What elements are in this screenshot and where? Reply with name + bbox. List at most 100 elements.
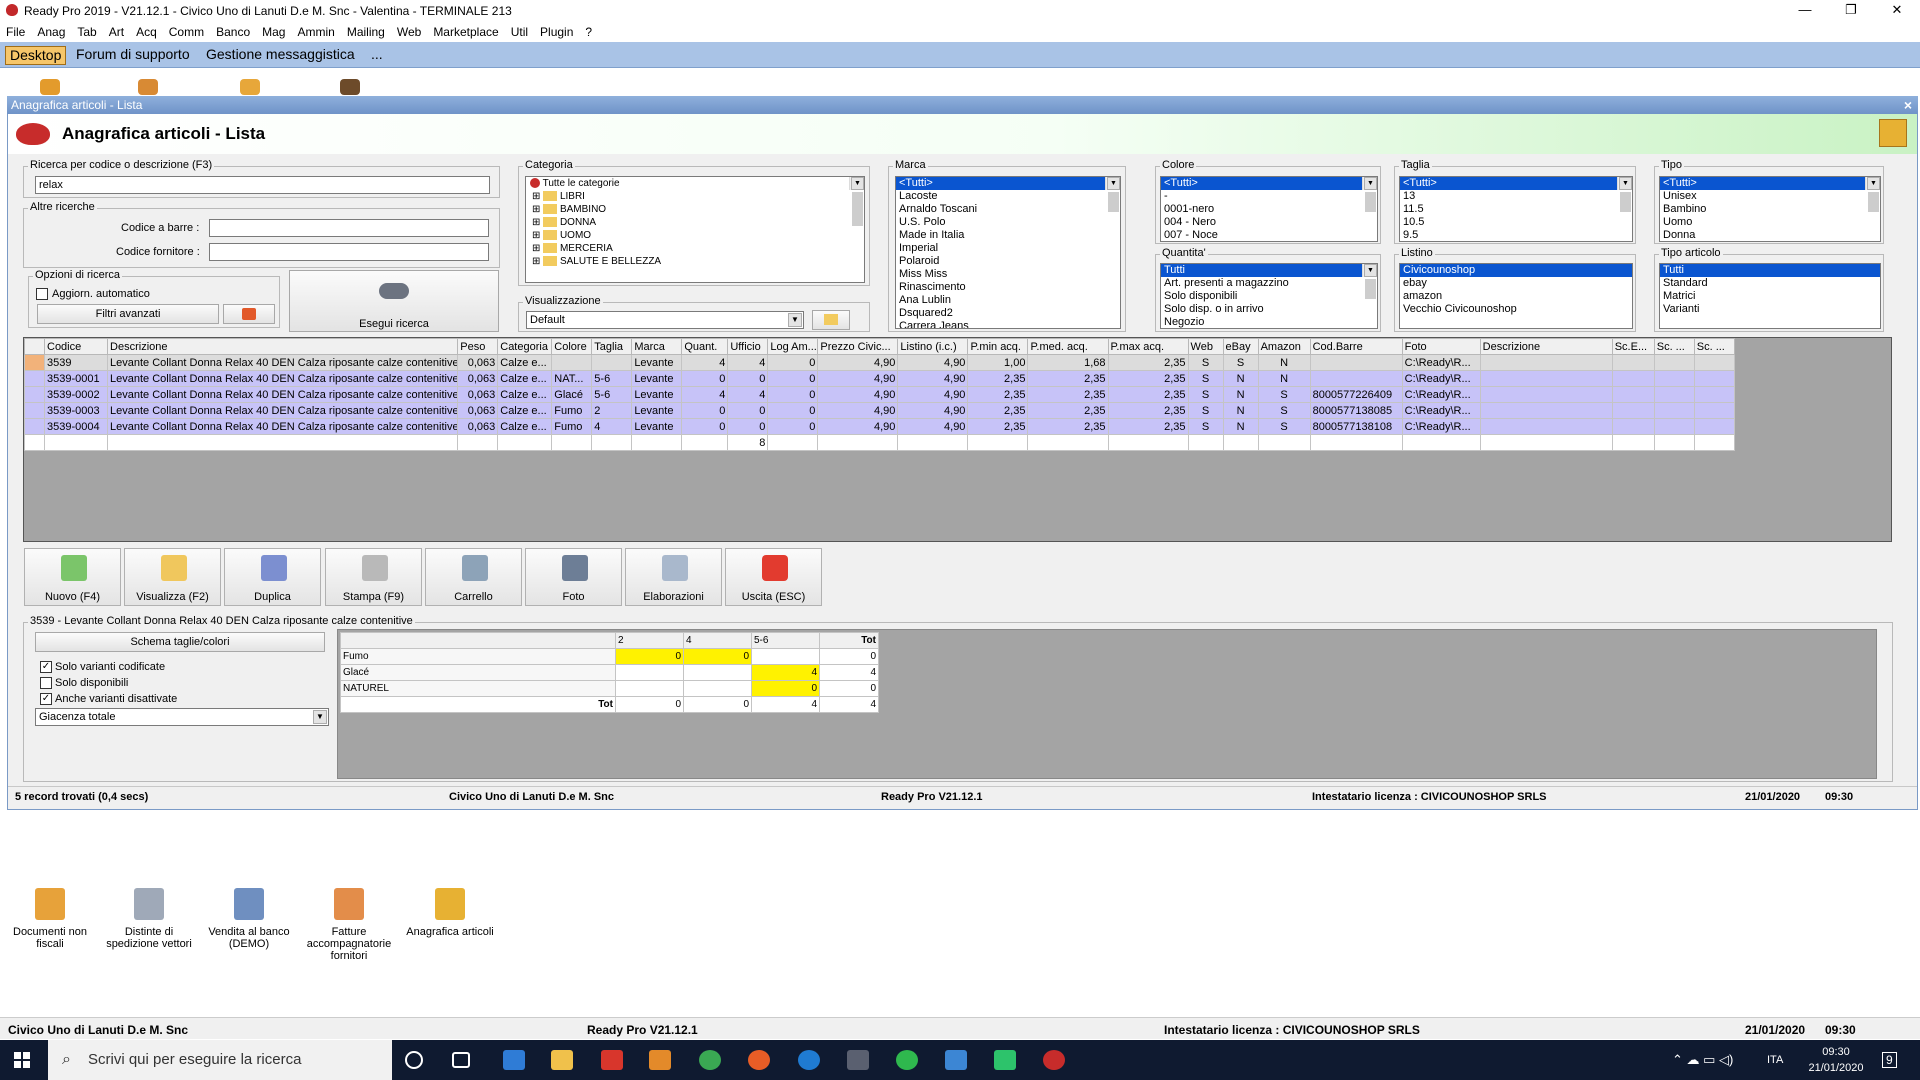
brand-item[interactable]: Made in Italia xyxy=(896,229,1120,242)
table-row[interactable]: 3539-0002 Levante Collant Donna Relax 40 … xyxy=(24,386,1736,403)
menu-file[interactable]: File xyxy=(0,22,31,42)
size-cell[interactable] xyxy=(615,680,684,697)
advanced-filters-button[interactable]: Filtri avanzati xyxy=(37,304,219,324)
menu-art[interactable]: Art xyxy=(103,22,130,42)
size-cell[interactable]: 4 xyxy=(751,664,820,681)
column-header[interactable]: Sc. ... xyxy=(1653,338,1695,355)
color-item[interactable]: <Tutti> xyxy=(1161,177,1377,190)
articles-grid[interactable]: Codice Descrizione Peso Categoria Colore Tagl… xyxy=(23,337,1892,542)
menu-marketplace[interactable]: Marketplace xyxy=(427,22,504,42)
ready-pro-taskbar-icon[interactable] xyxy=(1043,1050,1065,1070)
auto-update-checkbox[interactable] xyxy=(36,288,48,300)
only-coded-checkbox[interactable]: ✓ xyxy=(40,661,52,673)
stock-select[interactable]: Giacenza totale ▼ xyxy=(35,708,329,726)
clock-time[interactable]: 09:30 xyxy=(1810,1046,1862,1058)
tree-item-bambino[interactable]: ⊞ BAMBINO xyxy=(526,203,864,216)
column-header[interactable]: Categoria xyxy=(497,338,553,355)
size-list[interactable]: <Tutti> 13 11.5 10.5 9.5 ▲▼ xyxy=(1399,176,1633,242)
category-scrollbar[interactable]: ▲▼ xyxy=(849,177,864,226)
messenger-icon[interactable] xyxy=(945,1050,967,1070)
notification-icon[interactable]: 9 xyxy=(1882,1052,1897,1068)
desktop-icon-1[interactable] xyxy=(40,79,60,95)
tree-item-donna[interactable]: ⊞ DONNA xyxy=(526,216,864,229)
menu-mailing[interactable]: Mailing xyxy=(341,22,391,42)
size-cell[interactable] xyxy=(615,664,684,681)
article-type-item[interactable]: Matrici xyxy=(1660,290,1880,303)
tree-item-salute[interactable]: ⊞ SALUTE E BELLEZZA xyxy=(526,255,864,268)
print-button[interactable]: Stampa (F9) xyxy=(325,548,422,606)
brand-item[interactable]: Miss Miss xyxy=(896,268,1120,281)
column-header[interactable]: Codice xyxy=(43,338,109,355)
language-indicator[interactable]: ITA xyxy=(1767,1054,1783,1066)
column-header[interactable]: Prezzo Civic... xyxy=(817,338,899,355)
type-item[interactable]: Bambino xyxy=(1660,203,1880,216)
column-header[interactable]: Sc. ... xyxy=(1693,338,1736,355)
size-cell[interactable]: 0 xyxy=(615,648,684,665)
quantity-item[interactable]: Negozio xyxy=(1161,316,1377,328)
brand-scrollbar[interactable]: ▲▼ xyxy=(1105,177,1120,212)
size-cell[interactable] xyxy=(683,664,752,681)
price-list-item[interactable]: Civicounoshop xyxy=(1400,264,1632,277)
quantity-item[interactable]: Solo disp. o in arrivo xyxy=(1161,303,1377,316)
table-row[interactable]: 3539-0003 Levante Collant Donna Relax 40 … xyxy=(24,402,1736,419)
brand-item[interactable]: Arnaldo Toscani xyxy=(896,203,1120,216)
type-list[interactable]: <Tutti> Unisex Bambino Uomo Donna ▲▼ xyxy=(1659,176,1881,242)
size-cell[interactable] xyxy=(683,680,752,697)
explorer-icon[interactable] xyxy=(551,1050,573,1070)
desktop-vendita-banco[interactable]: Vendita al banco (DEMO) xyxy=(204,888,294,950)
category-tree[interactable]: Tutte le categorie ⊞ LIBRI ⊞ BAMBINO ⊞ D… xyxy=(525,176,865,283)
also-disabled-checkbox[interactable]: ✓ xyxy=(40,693,52,705)
column-header[interactable]: Taglia xyxy=(591,338,633,355)
app-icon[interactable] xyxy=(847,1050,869,1070)
color-scrollbar[interactable]: ▲▼ xyxy=(1362,177,1377,212)
price-list-item[interactable]: amazon xyxy=(1400,290,1632,303)
brand-item[interactable]: Dsquared2 xyxy=(896,307,1120,320)
column-header[interactable]: P.med. acq. xyxy=(1027,338,1109,355)
column-header[interactable]: P.max acq. xyxy=(1107,338,1189,355)
chrome-icon[interactable] xyxy=(699,1050,721,1070)
clock-date[interactable]: 21/01/2020 xyxy=(1800,1062,1872,1074)
edge-icon[interactable] xyxy=(798,1050,820,1070)
desktop-distinte-spedizione[interactable]: Distinte di spedizione vettori xyxy=(104,888,194,950)
supplier-code-input[interactable] xyxy=(209,243,489,261)
price-list[interactable]: Civicounoshop ebay amazon Vecchio Civico… xyxy=(1399,263,1633,329)
column-header[interactable]: Peso xyxy=(457,338,499,355)
window-close-icon[interactable]: × xyxy=(1904,96,1912,114)
store-icon[interactable] xyxy=(503,1050,525,1070)
brand-list[interactable]: <Tutti> Lacoste Arnaldo Toscani U.S. Pol… xyxy=(895,176,1121,329)
quantity-item[interactable]: Solo disponibili xyxy=(1161,290,1377,303)
column-header[interactable]: Amazon xyxy=(1257,338,1311,355)
execute-search-button[interactable]: Esegui ricerca xyxy=(289,270,499,332)
quantity-item[interactable]: Tutti xyxy=(1161,264,1377,277)
view-folder-button[interactable] xyxy=(812,310,850,330)
windows-start-icon[interactable] xyxy=(14,1052,30,1068)
only-available-checkbox[interactable] xyxy=(40,677,52,689)
column-header[interactable]: Log Am... xyxy=(767,338,819,355)
tree-item-all[interactable]: Tutte le categorie xyxy=(526,177,864,190)
size-item[interactable]: 9.5 xyxy=(1400,229,1632,241)
menu-util[interactable]: Util xyxy=(505,22,534,42)
size-cell[interactable]: 0 xyxy=(751,680,820,697)
column-header[interactable]: Ufficio xyxy=(727,338,769,355)
article-type-list[interactable]: Tutti Standard Matrici Varianti xyxy=(1659,263,1881,329)
cortana-icon[interactable] xyxy=(405,1051,423,1069)
quantity-scrollbar[interactable]: ▲▼ xyxy=(1362,264,1377,299)
size-color-schema-button[interactable]: Schema taglie/colori xyxy=(35,632,325,652)
color-item[interactable]: 004 - Nero xyxy=(1161,216,1377,229)
search-input[interactable] xyxy=(35,176,490,194)
brand-item[interactable]: Lacoste xyxy=(896,190,1120,203)
menu-mag[interactable]: Mag xyxy=(256,22,291,42)
desktop-fatture-fornitori[interactable]: Fatture accompagnatorie fornitori xyxy=(301,888,397,962)
type-item[interactable]: Unisex xyxy=(1660,190,1880,203)
menu-comm[interactable]: Comm xyxy=(163,22,210,42)
taskbar-search-box[interactable]: ⌕ Scrivi qui per eseguire la ricerca xyxy=(48,1040,392,1080)
color-item[interactable]: - xyxy=(1161,190,1377,203)
menu-anag[interactable]: Anag xyxy=(31,22,71,42)
price-list-item[interactable]: Vecchio Civicounoshop xyxy=(1400,303,1632,316)
table-row[interactable]: 3539-0001 Levante Collant Donna Relax 40 … xyxy=(24,370,1736,387)
column-header[interactable]: Colore xyxy=(551,338,593,355)
desktop-icon-4[interactable] xyxy=(340,79,360,95)
price-list-item[interactable]: ebay xyxy=(1400,277,1632,290)
new-button[interactable]: Nuovo (F4) xyxy=(24,548,121,606)
menu-web[interactable]: Web xyxy=(391,22,427,42)
